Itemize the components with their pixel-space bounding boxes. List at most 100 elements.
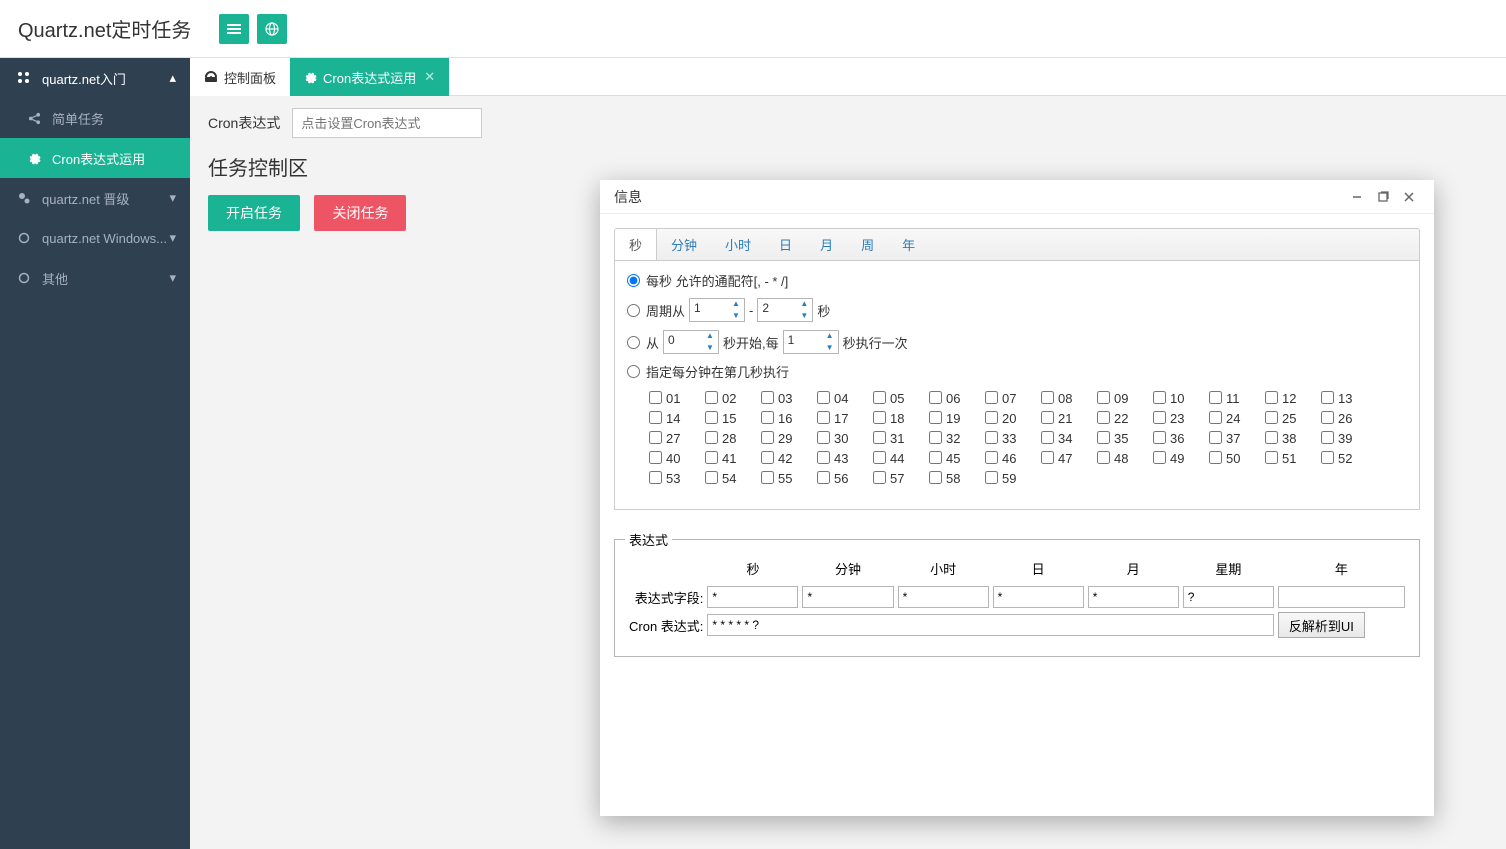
second-checkbox-27[interactable]: 27 xyxy=(649,429,705,449)
second-checkbox-49[interactable]: 49 xyxy=(1153,449,1209,469)
second-checkbox-47[interactable]: 47 xyxy=(1041,449,1097,469)
second-checkbox-18[interactable]: 18 xyxy=(873,409,929,429)
tab-cron[interactable]: Cron表达式运用 ✕ xyxy=(290,58,449,96)
sidebar-item-other[interactable]: 其他 ▾ xyxy=(0,258,190,298)
second-checkbox-52[interactable]: 52 xyxy=(1321,449,1377,469)
close-icon[interactable]: ✕ xyxy=(424,69,435,85)
close-icon[interactable] xyxy=(1398,186,1420,208)
opt-wildcard-radio[interactable] xyxy=(627,274,640,287)
second-checkbox-24[interactable]: 24 xyxy=(1209,409,1265,429)
exp-field-5[interactable] xyxy=(1183,586,1274,608)
second-checkbox-01[interactable]: 01 xyxy=(649,389,705,409)
sidebar-item-advanced[interactable]: quartz.net 晋级 ▾ xyxy=(0,178,190,218)
second-checkbox-28[interactable]: 28 xyxy=(705,429,761,449)
second-checkbox-02[interactable]: 02 xyxy=(705,389,761,409)
second-checkbox-09[interactable]: 09 xyxy=(1097,389,1153,409)
cron-input[interactable] xyxy=(292,108,482,138)
second-checkbox-29[interactable]: 29 xyxy=(761,429,817,449)
cron-expression-input[interactable] xyxy=(707,614,1273,636)
second-checkbox-11[interactable]: 11 xyxy=(1209,389,1265,409)
opt-range-radio[interactable] xyxy=(627,304,640,317)
maximize-icon[interactable] xyxy=(1372,186,1394,208)
second-checkbox-39[interactable]: 39 xyxy=(1321,429,1377,449)
second-checkbox-38[interactable]: 38 xyxy=(1265,429,1321,449)
second-checkbox-45[interactable]: 45 xyxy=(929,449,985,469)
sidebar-item-cron[interactable]: Cron表达式运用 xyxy=(0,138,190,178)
second-checkbox-06[interactable]: 06 xyxy=(929,389,985,409)
cron-tab-3[interactable]: 日 xyxy=(765,229,806,260)
second-checkbox-42[interactable]: 42 xyxy=(761,449,817,469)
stop-button[interactable]: 关闭任务 xyxy=(314,195,406,231)
second-checkbox-31[interactable]: 31 xyxy=(873,429,929,449)
cron-tab-5[interactable]: 周 xyxy=(847,229,888,260)
second-checkbox-59[interactable]: 59 xyxy=(985,469,1041,489)
second-checkbox-58[interactable]: 58 xyxy=(929,469,985,489)
cron-tab-6[interactable]: 年 xyxy=(888,229,929,260)
second-checkbox-19[interactable]: 19 xyxy=(929,409,985,429)
second-checkbox-57[interactable]: 57 xyxy=(873,469,929,489)
second-checkbox-04[interactable]: 04 xyxy=(817,389,873,409)
second-checkbox-03[interactable]: 03 xyxy=(761,389,817,409)
second-checkbox-26[interactable]: 26 xyxy=(1321,409,1377,429)
second-checkbox-16[interactable]: 16 xyxy=(761,409,817,429)
second-checkbox-07[interactable]: 07 xyxy=(985,389,1041,409)
second-checkbox-35[interactable]: 35 xyxy=(1097,429,1153,449)
second-checkbox-10[interactable]: 10 xyxy=(1153,389,1209,409)
second-checkbox-41[interactable]: 41 xyxy=(705,449,761,469)
second-checkbox-08[interactable]: 08 xyxy=(1041,389,1097,409)
exp-field-3[interactable] xyxy=(993,586,1084,608)
range-from-spinner[interactable]: 1▲▼ xyxy=(689,298,745,322)
second-checkbox-32[interactable]: 32 xyxy=(929,429,985,449)
menu-toggle-button[interactable] xyxy=(219,14,249,44)
second-checkbox-40[interactable]: 40 xyxy=(649,449,705,469)
second-checkbox-25[interactable]: 25 xyxy=(1265,409,1321,429)
second-checkbox-37[interactable]: 37 xyxy=(1209,429,1265,449)
exp-field-6[interactable] xyxy=(1278,586,1405,608)
second-checkbox-30[interactable]: 30 xyxy=(817,429,873,449)
interval-step-spinner[interactable]: 1▲▼ xyxy=(783,330,839,354)
theme-button[interactable] xyxy=(257,14,287,44)
start-button[interactable]: 开启任务 xyxy=(208,195,300,231)
exp-field-1[interactable] xyxy=(802,586,893,608)
second-checkbox-56[interactable]: 56 xyxy=(817,469,873,489)
second-checkbox-44[interactable]: 44 xyxy=(873,449,929,469)
minimize-icon[interactable] xyxy=(1346,186,1368,208)
second-checkbox-20[interactable]: 20 xyxy=(985,409,1041,429)
cron-tab-2[interactable]: 小时 xyxy=(711,229,765,260)
second-checkbox-23[interactable]: 23 xyxy=(1153,409,1209,429)
second-checkbox-34[interactable]: 34 xyxy=(1041,429,1097,449)
second-checkbox-33[interactable]: 33 xyxy=(985,429,1041,449)
second-checkbox-43[interactable]: 43 xyxy=(817,449,873,469)
sidebar-item-simple[interactable]: 简单任务 xyxy=(0,98,190,138)
second-checkbox-36[interactable]: 36 xyxy=(1153,429,1209,449)
second-checkbox-54[interactable]: 54 xyxy=(705,469,761,489)
second-checkbox-51[interactable]: 51 xyxy=(1265,449,1321,469)
interval-start-spinner[interactable]: 0▲▼ xyxy=(663,330,719,354)
second-checkbox-15[interactable]: 15 xyxy=(705,409,761,429)
sidebar-item-windows[interactable]: quartz.net Windows... ▾ xyxy=(0,218,190,258)
second-checkbox-14[interactable]: 14 xyxy=(649,409,705,429)
second-checkbox-05[interactable]: 05 xyxy=(873,389,929,409)
second-checkbox-12[interactable]: 12 xyxy=(1265,389,1321,409)
opt-interval-radio[interactable] xyxy=(627,336,640,349)
second-checkbox-46[interactable]: 46 xyxy=(985,449,1041,469)
second-checkbox-22[interactable]: 22 xyxy=(1097,409,1153,429)
exp-field-2[interactable] xyxy=(898,586,989,608)
range-to-spinner[interactable]: 2▲▼ xyxy=(757,298,813,322)
opt-specific-radio[interactable] xyxy=(627,365,640,378)
exp-field-4[interactable] xyxy=(1088,586,1179,608)
second-checkbox-50[interactable]: 50 xyxy=(1209,449,1265,469)
tab-dashboard[interactable]: 控制面板 xyxy=(190,58,290,96)
second-checkbox-13[interactable]: 13 xyxy=(1321,389,1377,409)
parse-button[interactable]: 反解析到UI xyxy=(1278,612,1365,638)
exp-field-0[interactable] xyxy=(707,586,798,608)
second-checkbox-48[interactable]: 48 xyxy=(1097,449,1153,469)
sidebar-item-intro[interactable]: quartz.net入门 ▴ xyxy=(0,58,190,98)
cron-tab-4[interactable]: 月 xyxy=(806,229,847,260)
cron-tab-1[interactable]: 分钟 xyxy=(657,229,711,260)
second-checkbox-55[interactable]: 55 xyxy=(761,469,817,489)
dialog-header[interactable]: 信息 xyxy=(600,180,1434,214)
cron-tab-0[interactable]: 秒 xyxy=(615,229,657,260)
second-checkbox-21[interactable]: 21 xyxy=(1041,409,1097,429)
second-checkbox-17[interactable]: 17 xyxy=(817,409,873,429)
